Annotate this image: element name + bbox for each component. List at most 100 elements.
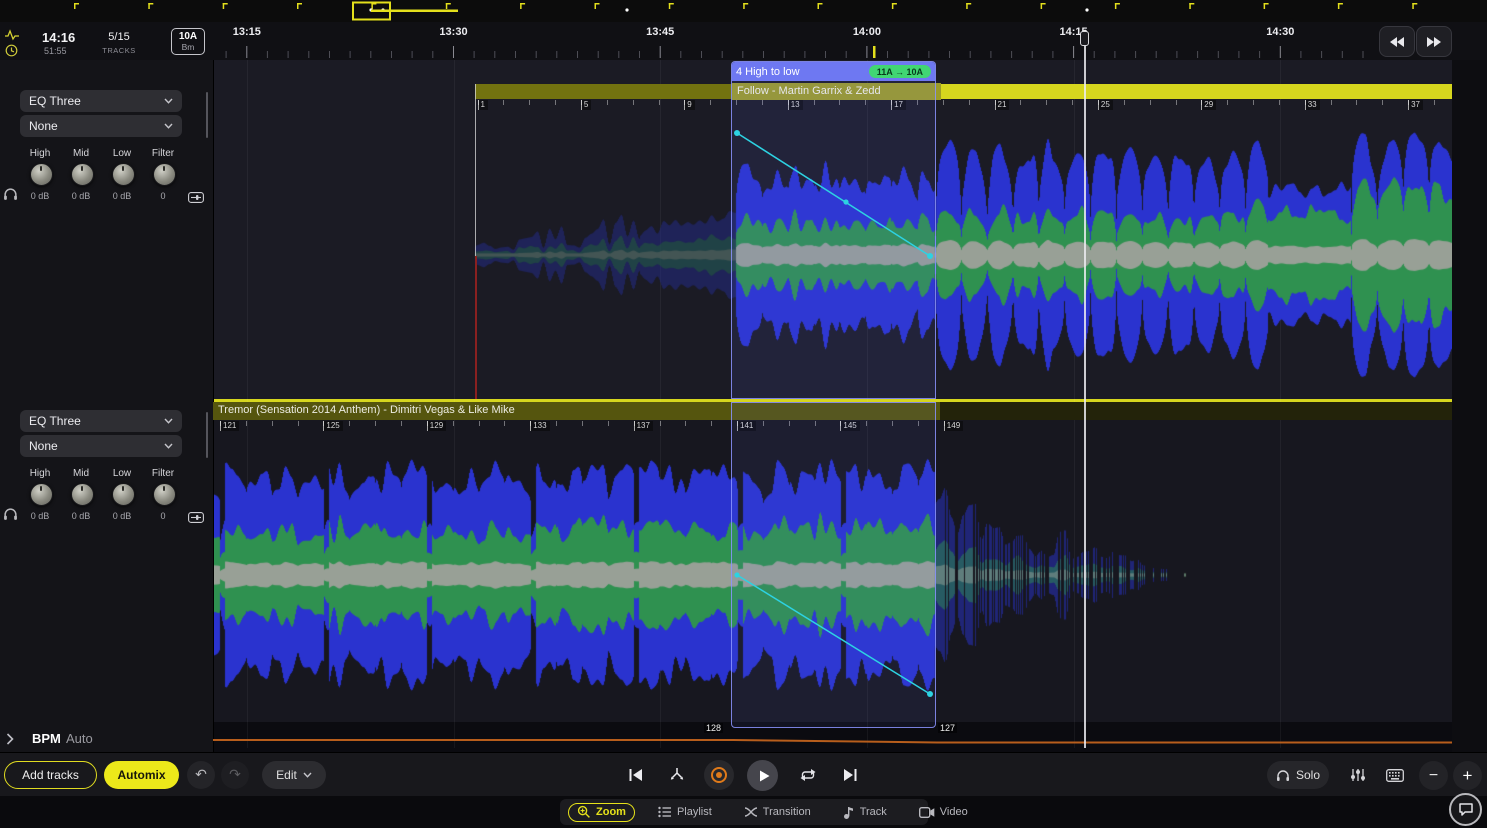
transition-region-top[interactable]: 4 High to low 11A → 10A — [731, 61, 936, 399]
bpm-label: BPM — [32, 731, 61, 746]
knob-filter[interactable] — [153, 483, 176, 506]
effect-select[interactable]: None — [20, 115, 182, 137]
skip-forward-icon — [840, 765, 860, 785]
beat-tick — [1279, 100, 1280, 105]
eq-type-select[interactable]: EQ Three — [20, 410, 182, 432]
loop-icon — [798, 767, 818, 783]
deck-b-beat-number: 129 — [427, 421, 446, 431]
loop-button[interactable] — [794, 761, 822, 789]
headphones-icon — [1276, 769, 1290, 782]
knob-label-mid: Mid — [61, 148, 101, 159]
knob-high[interactable] — [30, 483, 53, 506]
knob-high[interactable] — [30, 163, 53, 186]
record-button[interactable] — [704, 760, 734, 790]
automix-button[interactable]: Automix — [104, 761, 179, 789]
effect-select[interactable]: None — [20, 435, 182, 457]
time-label: 14:30 — [1253, 26, 1307, 38]
bpm-expand-chevron[interactable] — [6, 732, 14, 750]
zoom-in-button[interactable]: + — [1453, 761, 1482, 790]
view-tabs-bar: Zoom Playlist Transition Track Video — [0, 796, 1487, 828]
deck-b-beat-number: 125 — [323, 421, 342, 431]
beat-tick — [349, 421, 350, 426]
beat-tick — [1305, 100, 1306, 105]
next-track-button[interactable] — [836, 761, 864, 789]
knob-value-low: 0 dB — [102, 191, 142, 201]
knob-label-high: High — [20, 148, 60, 159]
track-counter: 5/15 — [100, 31, 138, 43]
beat-tick — [1046, 100, 1047, 105]
time-ruler[interactable] — [213, 22, 1375, 60]
tab-zoom[interactable]: Zoom — [568, 803, 635, 822]
headphones-cue-icon[interactable] — [3, 507, 18, 526]
knob-mid[interactable] — [71, 483, 94, 506]
zoom-out-button[interactable]: − — [1419, 761, 1448, 790]
automix-app: 14:16 51:55 5/15 TRACKS 10A Bm 13:1513:3… — [0, 0, 1487, 828]
tab-playlist[interactable]: Playlist — [649, 803, 721, 821]
beat-tick — [944, 421, 945, 426]
beat-tick — [684, 100, 685, 105]
knob-low[interactable] — [112, 483, 135, 506]
headphones-cue-icon[interactable] — [3, 187, 18, 206]
mini-fader-icon[interactable] — [188, 510, 204, 528]
previous-track-button[interactable] — [622, 761, 650, 789]
beat-tick — [1382, 100, 1383, 105]
play-button[interactable] — [747, 760, 778, 791]
deck-a-beat-number: 21 — [995, 100, 1010, 110]
scrollbar-thumb[interactable] — [206, 412, 208, 458]
deck-a-ruler-bright[interactable] — [936, 84, 1452, 99]
bpm-mode[interactable]: Auto — [66, 731, 93, 746]
playhead[interactable] — [1084, 30, 1086, 748]
transition-header[interactable]: 4 High to low 11A → 10A — [732, 62, 935, 81]
bpm-automation-line — [213, 740, 1452, 743]
playhead-handle[interactable] — [1080, 31, 1089, 46]
knob-value-filter: 0 — [143, 511, 183, 521]
keyboard-icon — [1386, 769, 1404, 782]
beat-tick — [323, 421, 324, 426]
time-label: 14:15 — [1047, 26, 1101, 38]
beat-tick — [1124, 100, 1125, 105]
tab-transition[interactable]: Transition — [735, 803, 820, 821]
beat-tick — [478, 100, 479, 105]
tab-video[interactable]: Video — [910, 803, 977, 821]
scrollbar-thumb[interactable] — [206, 92, 208, 138]
eq-type-select[interactable]: EQ Three — [20, 90, 182, 112]
fast-forward-button[interactable] — [1416, 26, 1452, 57]
beat-tick — [581, 100, 582, 105]
beat-tick — [479, 421, 480, 426]
current-time: 14:16 — [42, 30, 75, 45]
bpm-value-start[interactable]: 128 — [704, 723, 723, 733]
solo-label: Solo — [1296, 768, 1320, 782]
deck-b-beat-number: 121 — [220, 421, 239, 431]
mixer-levels-button[interactable] — [1344, 761, 1372, 789]
knob-value-high: 0 dB — [20, 191, 60, 201]
knob-low[interactable] — [112, 163, 135, 186]
edit-button[interactable]: Edit — [262, 761, 326, 789]
deck-a-ruler-dim[interactable] — [475, 84, 732, 99]
redo-button[interactable]: ↷ — [221, 761, 249, 789]
split-button[interactable] — [663, 761, 691, 789]
undo-button[interactable]: ↶ — [187, 761, 215, 789]
tab-track[interactable]: Track — [834, 803, 896, 822]
beat-tick — [246, 421, 247, 426]
add-tracks-button[interactable]: Add tracks — [4, 761, 97, 789]
knob-mid[interactable] — [71, 163, 94, 186]
timeline-overview[interactable] — [0, 0, 1487, 23]
solo-button[interactable]: Solo — [1267, 761, 1329, 789]
beat-tick — [660, 421, 661, 426]
knob-filter[interactable] — [153, 163, 176, 186]
mini-fader-icon[interactable] — [188, 190, 204, 208]
support-chat-button[interactable] — [1449, 793, 1482, 826]
beat-tick — [556, 421, 557, 426]
bpm-value-end[interactable]: 127 — [938, 723, 957, 733]
beat-tick — [607, 100, 608, 105]
rewind-button[interactable] — [1379, 26, 1415, 57]
beat-tick — [1408, 100, 1409, 105]
effect-value: None — [29, 119, 58, 133]
deck-a-beat-number: 25 — [1098, 100, 1113, 110]
transition-region-bottom[interactable] — [731, 402, 936, 728]
time-label: 13:45 — [633, 26, 687, 38]
knob-value-filter: 0 — [143, 191, 183, 201]
tab-label: Playlist — [677, 806, 712, 818]
beat-tick — [710, 100, 711, 105]
keyboard-shortcuts-button[interactable] — [1380, 761, 1410, 789]
